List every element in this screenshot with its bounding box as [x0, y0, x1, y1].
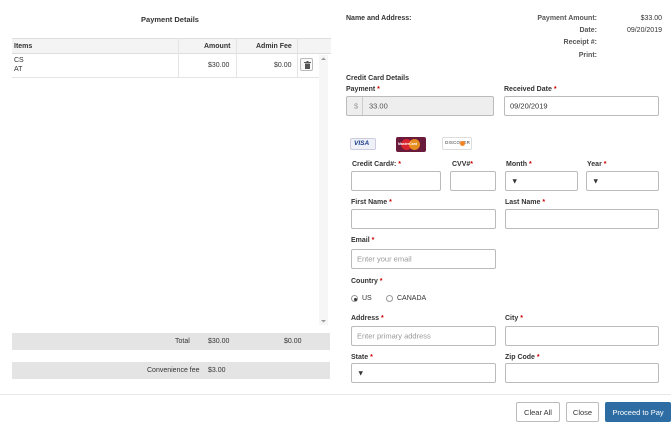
- convenience-fee-bar: Convenience fee $3.00: [12, 362, 330, 379]
- email-placeholder: Enter your email: [357, 254, 412, 264]
- convenience-fee-label: Convenience fee: [147, 367, 200, 374]
- payment-amount-value: $33.00: [640, 15, 662, 22]
- date-value: 09/20/2019: [626, 27, 662, 34]
- card-number-input[interactable]: [351, 171, 441, 191]
- mastercard-logo: MasterCard: [396, 137, 426, 152]
- close-button[interactable]: Close: [566, 402, 599, 422]
- print-label: Print:: [578, 52, 597, 59]
- column-header-items: Items: [14, 43, 33, 50]
- currency-divider: [362, 97, 363, 115]
- total-fee: $0.00: [284, 338, 302, 345]
- year-select[interactable]: ▼: [586, 171, 659, 191]
- payment-label: Payment *: [346, 86, 380, 93]
- name-address-label: Name and Address:: [346, 15, 412, 22]
- item-name: CS: [14, 57, 24, 64]
- state-label: State *: [351, 354, 373, 361]
- footer-divider: [0, 394, 671, 395]
- column-header-admin-fee: Admin Fee: [256, 43, 292, 50]
- convenience-fee-amount: $3.00: [208, 367, 226, 374]
- cvv-input[interactable]: [450, 171, 496, 191]
- table-row: CS AT $30.00 $0.00: [12, 55, 319, 78]
- discover-logo: DISCOVER: [442, 137, 472, 150]
- clear-all-button[interactable]: Clear All: [516, 402, 560, 422]
- month-label: Month *: [506, 161, 532, 168]
- address-label: Address *: [351, 315, 384, 322]
- last-name-label: Last Name *: [505, 199, 546, 206]
- year-label: Year *: [587, 161, 607, 168]
- payment-amount-label: Payment Amount:: [537, 15, 597, 22]
- address-placeholder: Enter primary address: [357, 331, 431, 341]
- credit-card-section-title: Credit Card Details: [346, 75, 410, 82]
- country-label: Country *: [351, 278, 383, 285]
- item-name-line2: AT: [14, 66, 23, 73]
- scroll-down-icon[interactable]: [319, 317, 328, 325]
- total-amount: $30.00: [208, 338, 230, 345]
- chevron-down-icon: ▼: [511, 176, 519, 186]
- items-scrollbar[interactable]: [319, 55, 328, 325]
- country-option-canada: CANADA: [397, 295, 427, 302]
- city-input[interactable]: [505, 326, 659, 346]
- chevron-down-icon: ▼: [357, 368, 365, 378]
- total-bar: Total $30.00 $0.00: [12, 333, 330, 350]
- payment-details-title: Payment Details: [141, 15, 199, 24]
- country-radio-us[interactable]: [351, 295, 358, 302]
- payment-amount-field: $ 33.00: [346, 96, 494, 116]
- received-date-value: 09/20/2019: [510, 101, 548, 111]
- visa-logo: VISA: [350, 138, 376, 150]
- date-label: Date:: [579, 27, 597, 34]
- item-admin-fee: $0.00: [274, 62, 292, 69]
- zip-code-input[interactable]: [505, 363, 659, 383]
- proceed-to-pay-button[interactable]: Proceed to Pay: [605, 402, 671, 422]
- month-select[interactable]: ▼: [505, 171, 578, 191]
- email-label: Email *: [351, 237, 375, 244]
- card-number-label: Credit Card#: *: [352, 161, 402, 168]
- payment-value: 33.00: [369, 101, 388, 111]
- country-option-us: US: [362, 295, 372, 302]
- received-date-field[interactable]: 09/20/2019: [504, 96, 659, 116]
- scroll-up-icon[interactable]: [319, 55, 328, 63]
- first-name-label: First Name *: [351, 199, 392, 206]
- cvv-label: CVV#*: [452, 161, 474, 168]
- items-table-header: Items Amount Admin Fee: [12, 38, 331, 54]
- column-header-amount: Amount: [204, 43, 231, 50]
- chevron-down-icon: ▼: [592, 176, 600, 186]
- total-label: Total: [175, 338, 190, 345]
- receipt-label: Receipt #:: [563, 39, 597, 46]
- city-label: City *: [505, 315, 523, 322]
- zip-code-label: Zip Code *: [505, 354, 540, 361]
- email-input[interactable]: Enter your email: [351, 249, 496, 269]
- last-name-input[interactable]: [505, 209, 659, 229]
- currency-symbol: $: [354, 101, 359, 111]
- trash-icon: [303, 60, 311, 69]
- item-amount: $30.00: [208, 62, 230, 69]
- delete-item-button[interactable]: [300, 58, 313, 71]
- first-name-input[interactable]: [351, 209, 496, 229]
- state-select[interactable]: ▼: [351, 363, 496, 383]
- address-input[interactable]: Enter primary address: [351, 326, 496, 346]
- received-date-label: Received Date *: [504, 86, 557, 93]
- country-radio-canada[interactable]: [386, 295, 393, 302]
